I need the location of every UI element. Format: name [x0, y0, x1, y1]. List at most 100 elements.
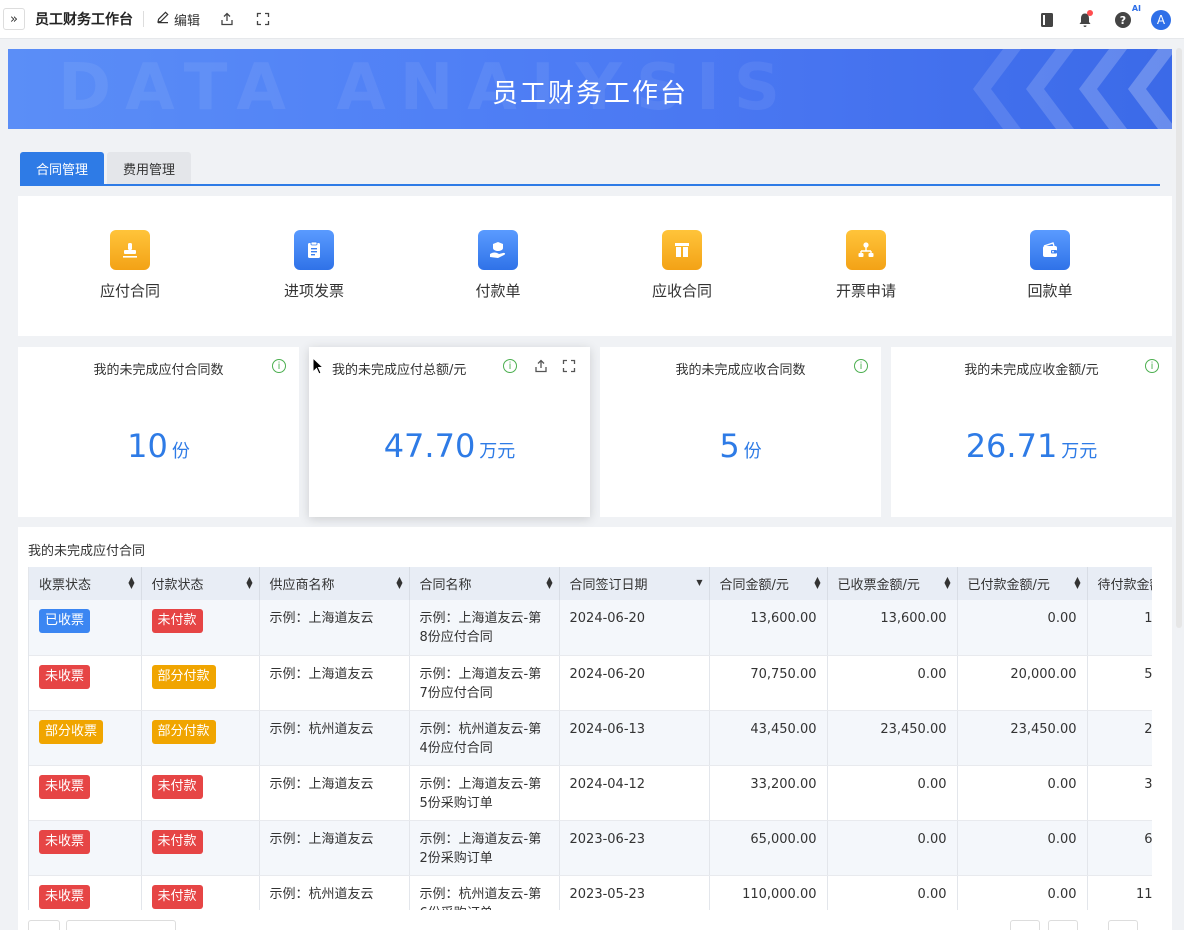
divider [143, 11, 144, 27]
main-card: 合同管理 费用管理 应付合同 进项发票 付款单 应收合同 开票申请 回款单 我的… [8, 138, 1172, 930]
info-icon[interactable]: i [272, 359, 286, 373]
quick-link-receipt[interactable]: 回款单 [990, 230, 1110, 301]
clipboard-icon [294, 230, 334, 270]
invoice-status-cell: 未收票 [29, 875, 142, 910]
fullscreen-icon[interactable] [254, 10, 272, 28]
column-header[interactable]: 已付款金额/元 ▲ ▼ [957, 567, 1088, 600]
sort-icon[interactable]: ▲ ▼ [814, 576, 820, 590]
sign-date-cell: 2023-05-23 [559, 875, 710, 910]
page-input[interactable] [1048, 920, 1078, 930]
next-page-button[interactable] [1108, 920, 1138, 930]
column-header[interactable]: 收票状态 ▲ ▼ [29, 567, 142, 600]
contract-name-cell[interactable]: 示例：杭州道友云-第4份应付合同 [409, 710, 560, 766]
sort-icon[interactable]: ▲ ▼ [944, 576, 950, 590]
column-header[interactable]: 供应商名称 ▲ ▼ [259, 567, 410, 600]
stat-card-receivable-amount[interactable]: 我的未完成应收金额/元 i 26.71 万元 [891, 347, 1172, 517]
prev-page-button[interactable] [1010, 920, 1040, 930]
payment-status-cell: 部分付款 [141, 655, 260, 711]
quick-link-input-invoice[interactable]: 进项发票 [254, 230, 374, 301]
pending-amount-cell: 11 [1087, 875, 1152, 910]
paid-amount-cell: 0.00 [957, 875, 1088, 910]
stat-card-payable-total[interactable]: 我的未完成应付总额/元 i 47.70 万元 [309, 347, 590, 517]
stat-card-payable-count[interactable]: 我的未完成应付合同数 i 10 份 [18, 347, 299, 517]
table-row[interactable]: 已收票 未付款 示例：上海道友云 示例：上海道友云-第8份应付合同 2024-06-20… [29, 600, 1152, 656]
page-size-icon[interactable] [28, 920, 60, 930]
tab-expense-management[interactable]: 费用管理 [107, 152, 192, 184]
invoiced-amount-cell: 0.00 [827, 655, 958, 711]
payment-status-badge: 未付款 [151, 774, 203, 799]
fullscreen-icon[interactable] [562, 359, 576, 377]
invoice-status-badge: 未收票 [39, 829, 91, 854]
sign-date-cell: 2024-06-20 [559, 655, 710, 711]
ai-badge: AI [1131, 3, 1141, 13]
quick-link-payment-order[interactable]: 付款单 [438, 230, 558, 301]
stat-unit: 份 [743, 441, 762, 462]
contract-name-cell[interactable]: 示例：上海道友云-第5份采购订单 [409, 765, 560, 821]
column-header[interactable]: 已收票金额/元 ▲ ▼ [827, 567, 958, 600]
stat-value: 47.70 万元 [309, 427, 590, 465]
sort-icon[interactable]: ▲ ▼ [546, 576, 552, 590]
contract-name-cell[interactable]: 示例：上海道友云-第2份采购订单 [409, 820, 560, 876]
info-icon[interactable]: i [854, 359, 868, 373]
table-row[interactable]: 部分收票 部分付款 示例：杭州道友云 示例：杭州道友云-第4份应付合同 2024-06-… [29, 710, 1152, 766]
invoice-status-badge: 部分收票 [39, 719, 104, 744]
tab-contract-management[interactable]: 合同管理 [20, 152, 105, 184]
paid-amount-cell: 0.00 [957, 600, 1088, 656]
sign-date-cell: 2024-04-12 [559, 765, 710, 821]
sort-icon[interactable]: ▲ ▼ [1074, 576, 1080, 590]
page-scrollbar[interactable] [1176, 48, 1182, 628]
quick-link-invoice-request[interactable]: 开票申请 [806, 230, 926, 301]
contract-amount-cell: 33,200.00 [709, 765, 828, 821]
payment-status-badge: 未付款 [151, 829, 203, 854]
share-icon[interactable] [534, 359, 548, 377]
payment-status-cell: 未付款 [141, 765, 260, 821]
info-icon[interactable]: i [1145, 359, 1159, 373]
sort-icon[interactable]: ▲ ▼ [246, 576, 252, 590]
contract-amount-cell: 43,450.00 [709, 710, 828, 766]
notification-bell-icon[interactable] [1075, 9, 1095, 30]
sort-desc-icon[interactable]: ▼ [696, 579, 702, 587]
sort-icon[interactable]: ▲ ▼ [396, 576, 402, 590]
page-size-select[interactable] [66, 920, 176, 930]
info-icon[interactable]: i [503, 359, 517, 373]
payment-status-badge: 部分付款 [151, 664, 216, 689]
banner-title: 员工财务工作台 [491, 79, 688, 109]
pending-amount-cell: 1 [1087, 600, 1152, 656]
book-icon[interactable] [1037, 10, 1057, 30]
quick-link-label: 付款单 [475, 282, 521, 300]
column-header[interactable]: 合同名称 ▲ ▼ [409, 567, 560, 600]
invoice-status-badge: 未收票 [39, 884, 91, 909]
stat-unit: 份 [171, 441, 190, 462]
column-header[interactable]: 合同金额/元 ▲ ▼ [709, 567, 828, 600]
stat-card-receivable-count[interactable]: 我的未完成应收合同数 i 5份 [600, 347, 881, 517]
edit-button[interactable]: 编辑 [156, 10, 200, 29]
column-header[interactable]: 合同签订日期 ▼ [559, 567, 710, 600]
contract-name-cell[interactable]: 示例：杭州道友云-第6份采购订单 [409, 875, 560, 910]
contract-name-cell[interactable]: 示例：上海道友云-第8份应付合同 [409, 600, 560, 656]
column-header[interactable]: 待付款金额/元 [1087, 567, 1152, 600]
help-icon[interactable]: ? AI [1113, 4, 1141, 30]
sort-icon[interactable]: ▲ ▼ [128, 576, 134, 590]
supplier-cell: 示例：上海道友云 [259, 765, 410, 821]
payment-status-cell: 未付款 [141, 820, 260, 876]
stat-value: 26.71 万元 [891, 427, 1172, 465]
column-header[interactable]: 付款状态 ▲ ▼ [141, 567, 260, 600]
table-row[interactable]: 未收票 未付款 示例：上海道友云 示例：上海道友云-第5份采购订单 2024-04-12… [29, 765, 1152, 821]
edit-label: 编辑 [174, 13, 201, 29]
table-row[interactable]: 未收票 部分付款 示例：上海道友云 示例：上海道友云-第7份应付合同 2024-06-2… [29, 655, 1152, 711]
invoice-status-badge: 已收票 [39, 609, 91, 633]
quick-link-label: 回款单 [1027, 282, 1073, 300]
invoice-status-cell: 已收票 [29, 600, 142, 656]
quick-link-receivable-contract[interactable]: 应收合同 [622, 230, 742, 301]
share-icon[interactable] [218, 10, 236, 28]
contract-amount-cell: 13,600.00 [709, 600, 828, 656]
table-row[interactable]: 未收票 未付款 示例：上海道友云 示例：上海道友云-第2份采购订单 2023-06-23… [29, 820, 1152, 876]
contract-name-cell[interactable]: 示例：上海道友云-第7份应付合同 [409, 655, 560, 711]
banner: DATA ANALYSIS 员工财务工作台 [8, 49, 1172, 129]
table-row[interactable]: 未收票 未付款 示例：杭州道友云示例：杭州道友云-第6份采购订单2023-05-23… [29, 875, 1152, 910]
sign-date-cell: 2024-06-13 [559, 710, 710, 766]
expand-sidebar-icon[interactable]: » [3, 8, 25, 30]
quick-link-payable-contract[interactable]: 应付合同 [70, 230, 190, 301]
invoice-status-cell: 未收票 [29, 765, 142, 821]
avatar[interactable]: A [1151, 9, 1171, 30]
